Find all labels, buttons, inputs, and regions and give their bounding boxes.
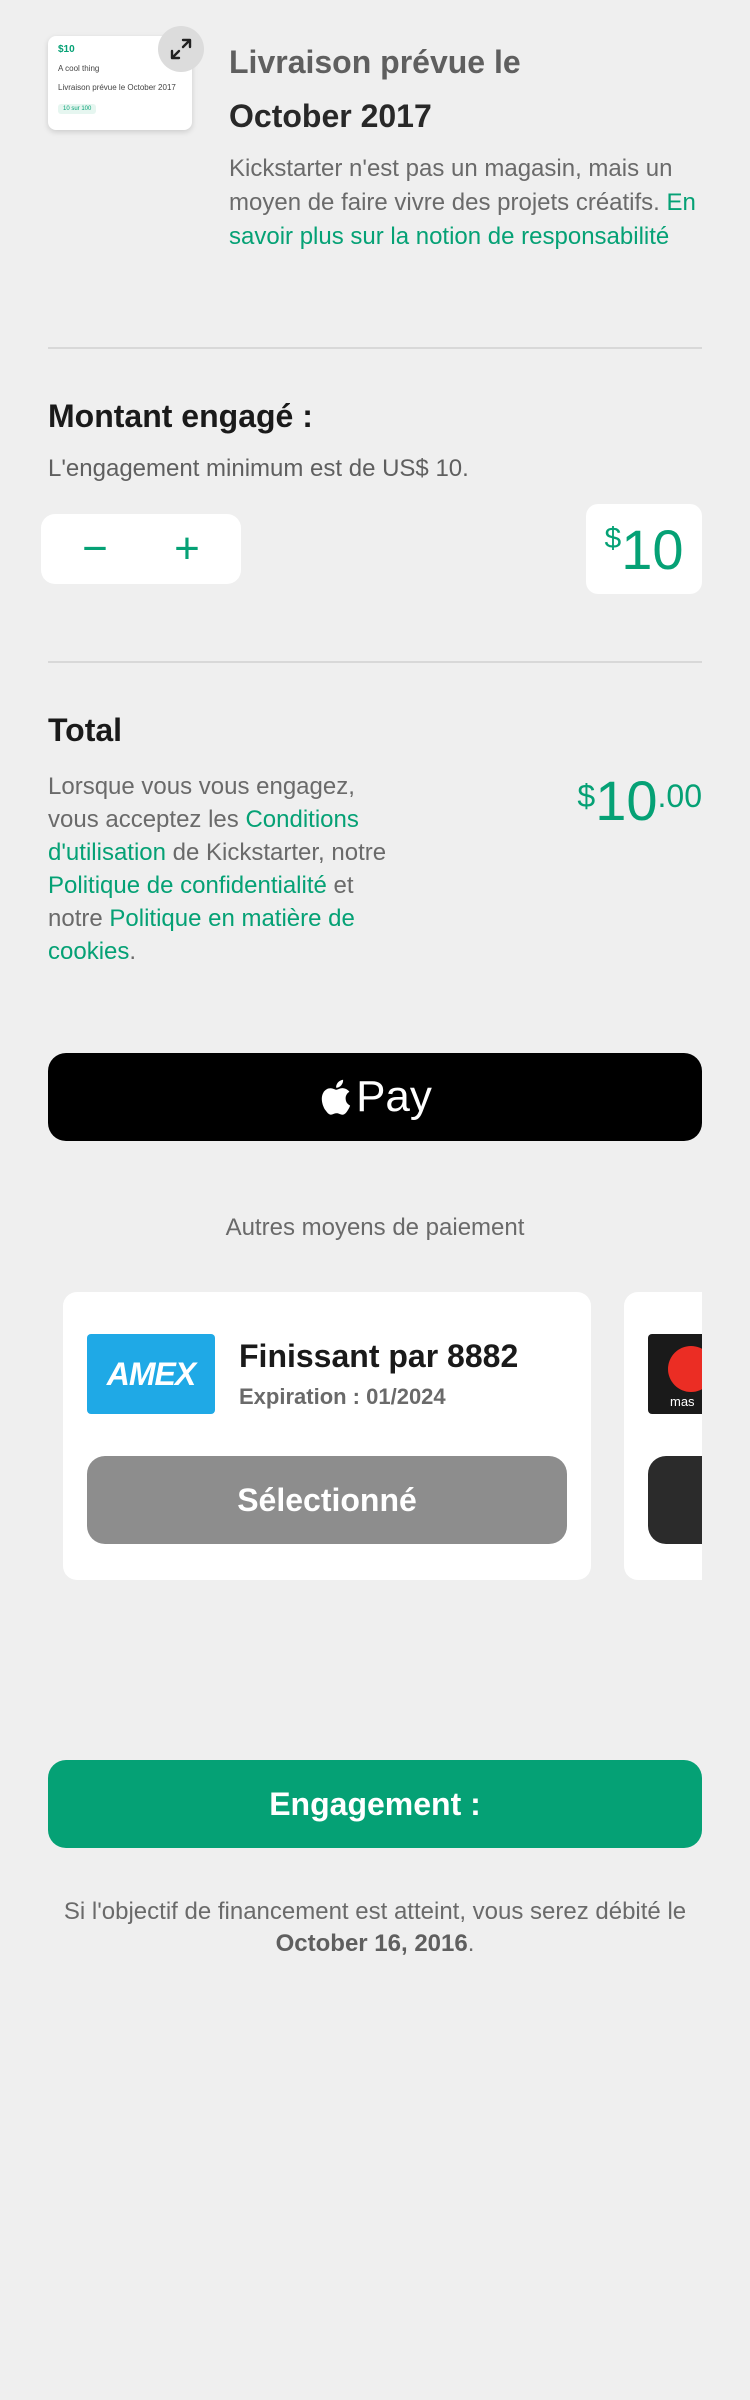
thumb-amount: $10 (58, 44, 75, 55)
decrement-button[interactable]: − (55, 514, 135, 584)
pledge-amount-input[interactable]: $ 10 (586, 504, 702, 594)
charge-notice-text: Si l'objectif de financement est atteint… (63, 1898, 687, 1925)
total-title: Total (48, 712, 123, 748)
apple-logo-icon (321, 1079, 351, 1115)
card-ending: Finissant par 8882 (239, 1338, 519, 1374)
shipping-label: Livraison prévue le (229, 44, 521, 80)
thumb-title: A cool thing (58, 64, 100, 73)
terms-text: . (129, 938, 137, 965)
other-payment-label: Autres moyens de paiement (225, 1214, 525, 1241)
pledge-title: Montant engagé : (48, 398, 313, 434)
total-cents: .00 (657, 778, 702, 814)
pledge-minimum: L'engagement minimum est de US$ 10. (48, 455, 469, 482)
shipping-description: Kickstarter n'est pas un magasin, mais u… (229, 152, 709, 254)
shipping-date: October 2017 (229, 98, 432, 134)
divider (48, 661, 702, 663)
amount-stepper: − + (41, 514, 241, 584)
payment-card[interactable]: mas (624, 1292, 702, 1580)
apple-pay-button[interactable]: Pay (48, 1053, 702, 1141)
mastercard-circle (668, 1346, 702, 1392)
privacy-link[interactable]: Politique de confidentialité (48, 872, 327, 899)
amount-value: 10 (621, 517, 684, 581)
total-currency: $ (577, 778, 596, 814)
thumb-badge: 10 sur 100 (58, 104, 97, 114)
apple-pay-label: Pay (356, 1072, 432, 1121)
charge-date: October 16, 2016 (275, 1930, 468, 1957)
amount-currency: $ (604, 522, 622, 555)
select-button[interactable] (648, 1456, 702, 1544)
total-value: 10 (595, 769, 658, 832)
mastercard-logo-icon: mas (648, 1334, 702, 1414)
card-expiration: Expiration : 01/2024 (239, 1384, 446, 1409)
selected-button[interactable]: Sélectionné (87, 1456, 567, 1544)
amex-logo-icon: AMEX (87, 1334, 215, 1414)
terms-text: de Kickstarter, notre (172, 839, 387, 866)
pledge-submit-button[interactable]: Engagement : (48, 1760, 702, 1848)
terms-notice: Lorsque vous vous engagez, vous acceptez… (48, 770, 388, 968)
expand-arrows-icon (170, 38, 192, 60)
increment-button[interactable]: + (147, 514, 227, 584)
payment-card[interactable]: AMEX Finissant par 8882 Expiration : 01/… (63, 1292, 591, 1580)
charge-notice-end: . (467, 1930, 475, 1957)
total-amount: $ 10 .00 (577, 768, 702, 833)
divider (48, 347, 702, 349)
charge-notice: Si l'objectif de financement est atteint… (48, 1896, 702, 1960)
thumb-shipping: Livraison prévue le October 2017 (58, 83, 176, 92)
shipping-description-text: Kickstarter n'est pas un magasin, mais u… (229, 155, 673, 216)
expand-button[interactable] (158, 26, 204, 72)
payment-cards-carousel[interactable]: AMEX Finissant par 8882 Expiration : 01/… (48, 1292, 702, 1580)
mastercard-text: mas (670, 1394, 695, 1409)
